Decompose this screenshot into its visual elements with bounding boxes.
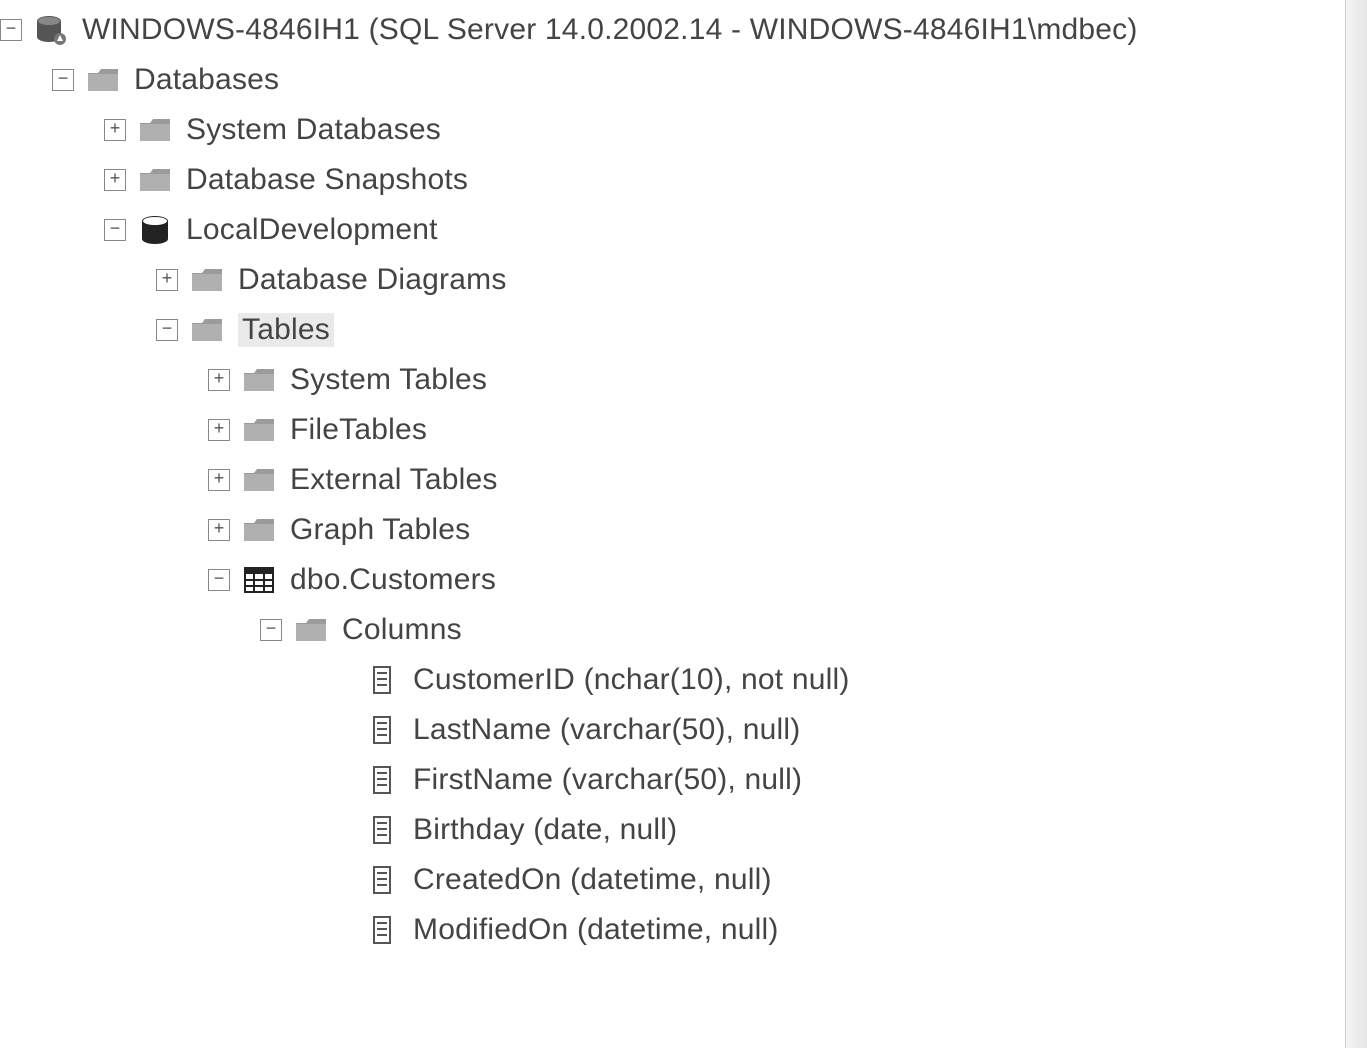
tree-node-database-diagrams[interactable]: + Database Diagrams (0, 255, 1367, 305)
external-tables-label: External Tables (290, 463, 498, 497)
folder-icon (190, 265, 224, 295)
expand-icon[interactable]: + (208, 369, 230, 391)
tree-node-localdevelopment[interactable]: − LocalDevelopment (0, 205, 1367, 255)
column-label: ModifiedOn (datetime, null) (413, 913, 779, 947)
collapse-icon[interactable]: − (156, 319, 178, 341)
folder-icon (138, 165, 172, 195)
tree-node-column[interactable]: CustomerID (nchar(10), not null) (0, 655, 1367, 705)
column-label: Birthday (date, null) (413, 813, 677, 847)
tree-node-column[interactable]: FirstName (varchar(50), null) (0, 755, 1367, 805)
database-diagrams-label: Database Diagrams (238, 263, 507, 297)
folder-icon (242, 365, 276, 395)
folder-icon (86, 65, 120, 95)
column-icon (365, 665, 399, 695)
collapse-icon[interactable]: − (0, 19, 22, 41)
scrollbar[interactable] (1345, 0, 1367, 1048)
column-icon (365, 715, 399, 745)
column-icon (365, 815, 399, 845)
column-icon (365, 865, 399, 895)
column-label: CreatedOn (datetime, null) (413, 863, 772, 897)
tables-label: Tables (238, 313, 334, 347)
system-databases-label: System Databases (186, 113, 441, 147)
tree-node-column[interactable]: ModifiedOn (datetime, null) (0, 905, 1367, 955)
tree-node-column[interactable]: Birthday (date, null) (0, 805, 1367, 855)
server-label: WINDOWS-4846IH1 (SQL Server 14.0.2002.14… (82, 13, 1138, 47)
folder-icon (138, 115, 172, 145)
server-icon (34, 15, 68, 45)
column-label: FirstName (varchar(50), null) (413, 763, 802, 797)
expand-icon[interactable]: + (208, 419, 230, 441)
expand-icon[interactable]: + (208, 469, 230, 491)
tree-node-databases[interactable]: − Databases (0, 55, 1367, 105)
tree-node-graph-tables[interactable]: + Graph Tables (0, 505, 1367, 555)
system-tables-label: System Tables (290, 363, 487, 397)
databases-label: Databases (134, 63, 279, 97)
column-icon (365, 915, 399, 945)
folder-icon (242, 515, 276, 545)
tree-node-system-tables[interactable]: + System Tables (0, 355, 1367, 405)
expand-icon[interactable]: + (208, 519, 230, 541)
collapse-icon[interactable]: − (104, 219, 126, 241)
table-icon (242, 565, 276, 595)
folder-icon (190, 315, 224, 345)
columns-label: Columns (342, 613, 462, 647)
graph-tables-label: Graph Tables (290, 513, 470, 547)
tree-node-columns[interactable]: − Columns (0, 605, 1367, 655)
column-icon (365, 765, 399, 795)
database-icon (138, 215, 172, 245)
column-label: CustomerID (nchar(10), not null) (413, 663, 850, 697)
folder-icon (294, 615, 328, 645)
collapse-icon[interactable]: − (52, 69, 74, 91)
tree-node-server[interactable]: − WINDOWS-4846IH1 (SQL Server 14.0.2002.… (0, 5, 1367, 55)
localdevelopment-label: LocalDevelopment (186, 213, 438, 247)
tree-node-tables[interactable]: − Tables (0, 305, 1367, 355)
tree-node-table-customers[interactable]: − dbo.Customers (0, 555, 1367, 605)
tree-node-external-tables[interactable]: + External Tables (0, 455, 1367, 505)
expand-icon[interactable]: + (104, 169, 126, 191)
folder-icon (242, 465, 276, 495)
tree-node-database-snapshots[interactable]: + Database Snapshots (0, 155, 1367, 205)
database-snapshots-label: Database Snapshots (186, 163, 468, 197)
object-explorer-tree: − WINDOWS-4846IH1 (SQL Server 14.0.2002.… (0, 0, 1367, 955)
folder-icon (242, 415, 276, 445)
collapse-icon[interactable]: − (208, 569, 230, 591)
tree-node-column[interactable]: CreatedOn (datetime, null) (0, 855, 1367, 905)
filetables-label: FileTables (290, 413, 427, 447)
expand-icon[interactable]: + (104, 119, 126, 141)
expand-icon[interactable]: + (156, 269, 178, 291)
column-label: LastName (varchar(50), null) (413, 713, 800, 747)
tree-node-system-databases[interactable]: + System Databases (0, 105, 1367, 155)
tree-node-filetables[interactable]: + FileTables (0, 405, 1367, 455)
customers-table-label: dbo.Customers (290, 563, 496, 597)
tree-node-column[interactable]: LastName (varchar(50), null) (0, 705, 1367, 755)
collapse-icon[interactable]: − (260, 619, 282, 641)
